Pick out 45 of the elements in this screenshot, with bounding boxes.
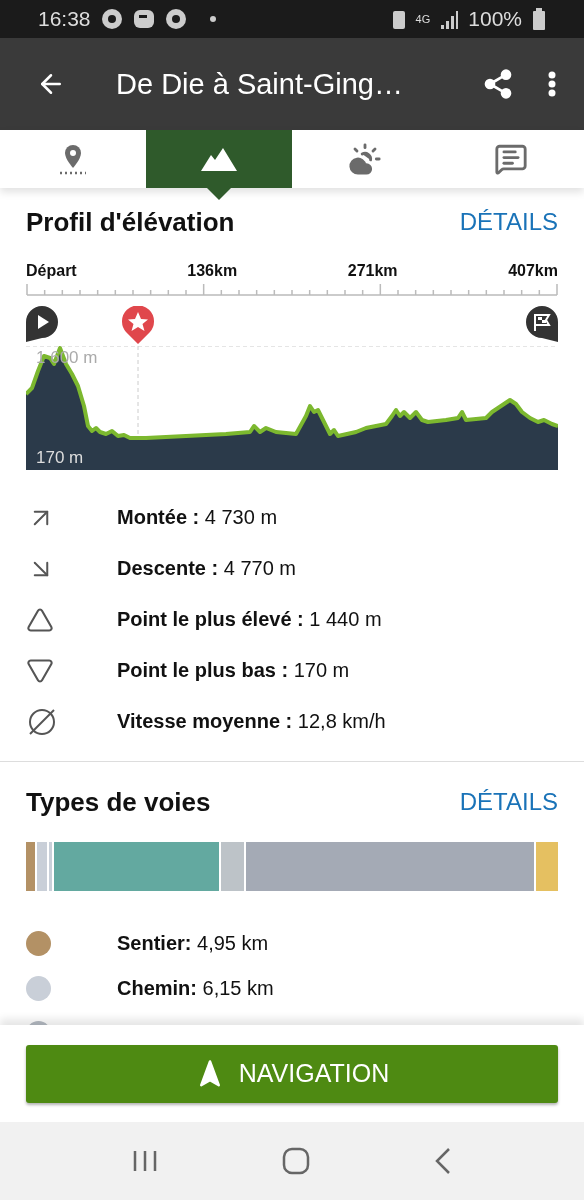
home-icon[interactable] — [282, 1147, 310, 1175]
distance-label: 407km — [508, 262, 558, 280]
star-marker-icon — [122, 306, 154, 344]
app-notification-icon — [132, 8, 155, 30]
distance-label: 136km — [187, 262, 238, 280]
elevation-max-label: 1 600 m — [36, 348, 98, 368]
navigation-button[interactable]: NAVIGATION — [26, 1044, 558, 1103]
legend-text: Sentier: 4,95 km — [117, 932, 269, 955]
share-icon — [482, 68, 514, 100]
battery-icon — [532, 8, 546, 30]
triangle-down-icon — [26, 656, 54, 685]
details-link[interactable]: DÉTAILS — [459, 208, 558, 236]
mountains-icon — [201, 147, 237, 171]
recent-apps-icon[interactable] — [132, 1149, 158, 1173]
finish-marker-icon — [526, 306, 558, 342]
stat-text: Vitesse moyenne : 12,8 km/h — [117, 710, 386, 733]
stat-text: Point le plus élevé : 1 440 m — [117, 608, 382, 631]
screen-title: De Die à Saint-Ging… — [116, 67, 404, 101]
tab[interactable] — [0, 130, 146, 188]
details-link[interactable]: DÉTAILS — [459, 788, 558, 816]
comment-icon — [494, 142, 528, 176]
elevation-min-label: 170 m — [36, 448, 84, 468]
distance-label: 271km — [347, 262, 398, 280]
dot-icon — [208, 15, 217, 23]
stat-text: Montée : 4 730 m — [117, 506, 278, 529]
weather-icon — [348, 142, 382, 176]
stat-text: Descente : 4 770 m — [117, 557, 296, 580]
legend-text: Chemin: 6,15 km — [117, 977, 274, 1000]
section-title: Types de voies — [26, 786, 211, 818]
more-icon — [548, 71, 556, 97]
tab[interactable] — [292, 130, 438, 188]
tab[interactable] — [438, 130, 584, 188]
section-title: Profil d'élévation — [26, 206, 235, 238]
status-time: 16:38 — [38, 7, 91, 31]
stat-text: Point le plus bas : 170 m — [117, 659, 350, 682]
battery-level: 100% — [468, 7, 522, 31]
start-marker-icon — [26, 306, 58, 342]
tab-pointer — [207, 188, 231, 200]
distance-label: Départ — [26, 262, 77, 280]
browser-icon — [164, 8, 187, 30]
signal-icon — [440, 9, 459, 29]
browser-icon — [100, 8, 123, 30]
battery-saver-icon — [391, 8, 406, 30]
back-icon[interactable] — [434, 1147, 452, 1175]
network-type: 4G — [415, 13, 431, 25]
